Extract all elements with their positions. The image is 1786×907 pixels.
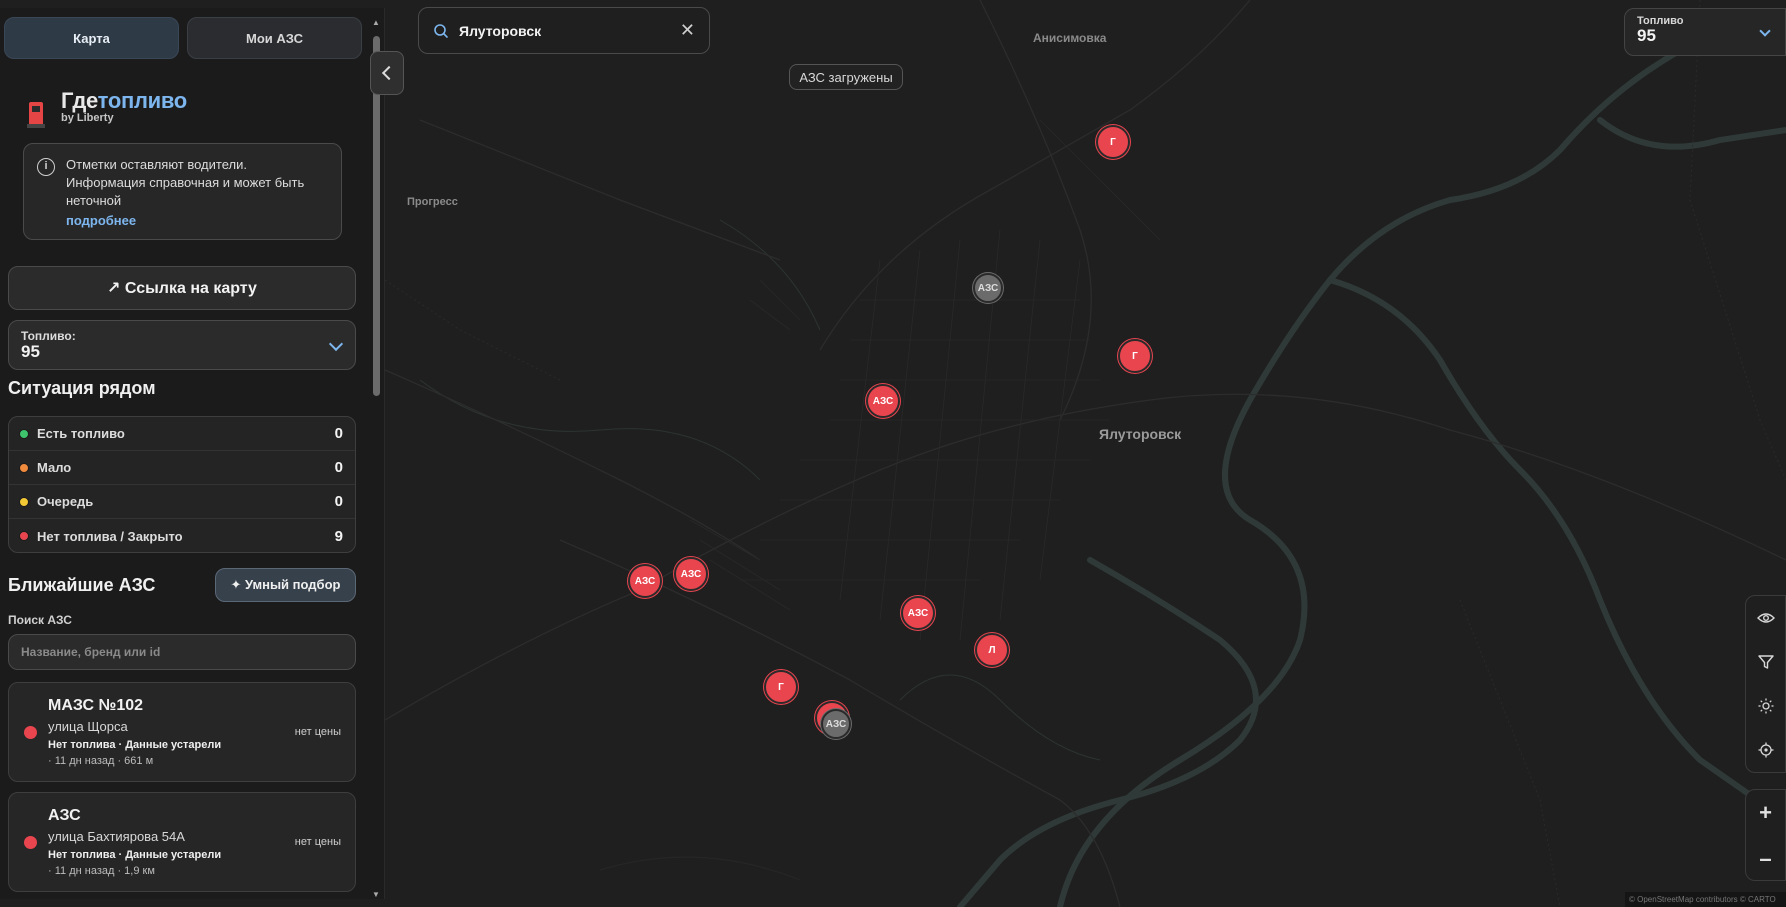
station-marker[interactable]: АЗС xyxy=(628,564,662,598)
tab-bar: Карта Мои АЗС xyxy=(4,17,362,59)
station-status: Нет топлива · Данные устарели xyxy=(48,739,222,751)
filter-icon[interactable] xyxy=(1746,640,1785,684)
eye-icon[interactable] xyxy=(1746,596,1785,640)
info-text: Отметки оставляют водители. Информация с… xyxy=(66,157,305,208)
brand: Гдетопливо by Liberty xyxy=(27,88,187,130)
station-address: улица Щорса xyxy=(48,719,128,734)
status-count: 0 xyxy=(334,425,343,442)
zoom-controls: + – xyxy=(1745,789,1786,881)
zoom-out-button[interactable]: – xyxy=(1746,836,1785,882)
fuel-pump-icon xyxy=(27,100,49,130)
clear-icon[interactable]: ✕ xyxy=(680,20,695,41)
fuel-label: Топливо: xyxy=(21,329,76,343)
station-marker[interactable]: АЗС xyxy=(973,273,1003,303)
sidebar-panel: Карта Мои АЗС Гдетопливо by Liberty i От… xyxy=(0,8,385,899)
station-card[interactable]: МАЗС №102 улица Щорса Нет топлива · Данн… xyxy=(8,682,356,782)
share-map-link-button[interactable]: ↗ Ссылка на карту xyxy=(8,266,356,310)
sun-icon[interactable] xyxy=(1746,684,1785,728)
status-label: Нет топлива / Закрыто xyxy=(37,528,183,544)
status-toast: АЗС загружены xyxy=(789,64,903,90)
status-label: Мало xyxy=(37,460,72,475)
fuel-value: 95 xyxy=(21,342,40,361)
station-marker[interactable]: АЗС xyxy=(821,709,851,739)
sidebar-scrollbar[interactable]: ▲ ▼ xyxy=(370,18,382,899)
status-label: Есть топливо xyxy=(37,426,125,441)
fuel-selector[interactable]: Топливо: 95 xyxy=(8,320,356,370)
status-dot xyxy=(24,726,37,739)
zoom-in-button[interactable]: + xyxy=(1746,790,1785,836)
info-notice: i Отметки оставляют водители. Информация… xyxy=(23,143,342,240)
map-search-bar[interactable]: Ялуторовск ✕ xyxy=(418,7,710,54)
map-label-city: Ялуторовск xyxy=(1099,426,1182,442)
station-card[interactable]: АЗС улица Бахтиярова 54А Нет топлива · Д… xyxy=(8,792,356,892)
locate-icon[interactable] xyxy=(1746,728,1785,772)
status-dot xyxy=(19,462,29,473)
map-tools xyxy=(1745,595,1786,773)
station-marker[interactable]: Г xyxy=(764,670,798,704)
station-marker[interactable]: АЗС xyxy=(866,384,900,418)
station-search-input[interactable] xyxy=(8,634,356,670)
map-fuel-value: 95 xyxy=(1637,26,1656,45)
station-search-label: Поиск АЗС xyxy=(8,613,72,627)
station-price: нет цены xyxy=(294,726,341,738)
nearest-title: Ближайшие АЗС xyxy=(8,575,156,595)
smart-pick-button[interactable]: ✦ Умный подбор xyxy=(215,568,356,602)
station-price: нет цены xyxy=(294,836,341,848)
situation-list: Есть топливо 0 Мало 0 Очередь 0 Нет топл… xyxy=(8,416,356,553)
station-marker[interactable]: Г xyxy=(1118,339,1152,373)
station-status: Нет топлива · Данные устарели xyxy=(48,849,222,861)
status-count: 9 xyxy=(334,527,343,545)
scroll-down-icon[interactable]: ▼ xyxy=(372,890,380,899)
status-row-no-fuel[interactable]: Нет топлива / Закрыто 9 xyxy=(9,519,355,553)
status-dot xyxy=(19,496,29,507)
status-row-queue[interactable]: Очередь 0 xyxy=(9,485,355,519)
status-dot xyxy=(19,531,29,541)
situation-title: Ситуация рядом xyxy=(8,378,156,398)
scroll-up-icon[interactable]: ▲ xyxy=(372,18,380,27)
map-search-query[interactable]: Ялуторовск xyxy=(459,23,541,39)
station-marker[interactable]: АЗС xyxy=(674,557,708,591)
status-count: 0 xyxy=(334,493,343,510)
status-dot xyxy=(24,836,37,849)
status-label: Очередь xyxy=(37,494,94,509)
tab-my-stations[interactable]: Мои АЗС xyxy=(187,17,362,59)
more-link[interactable]: подробнее xyxy=(66,212,329,230)
status-row-low[interactable]: Мало 0 xyxy=(9,451,355,485)
station-marker[interactable]: Г xyxy=(1096,125,1130,159)
station-meta: · 11 дн назад · 1,9 км xyxy=(48,865,155,877)
station-marker[interactable]: Л xyxy=(975,633,1009,667)
map-label-progress: Прогресс xyxy=(407,196,458,208)
brand-title: Гдетопливо xyxy=(61,88,187,113)
station-name: АЗС xyxy=(48,807,81,824)
info-icon: i xyxy=(37,158,55,176)
map-attribution[interactable]: © OpenStreetMap contributors © CARTO xyxy=(1625,892,1786,907)
collapse-panel-button[interactable] xyxy=(370,51,404,95)
status-count: 0 xyxy=(334,459,343,476)
station-marker[interactable]: АЗС xyxy=(901,596,935,630)
station-meta: · 11 дн назад · 661 м xyxy=(48,755,154,767)
tab-map[interactable]: Карта xyxy=(4,17,179,59)
status-dot xyxy=(19,428,29,439)
station-address: улица Бахтиярова 54А xyxy=(48,829,185,844)
search-icon xyxy=(434,23,448,38)
status-row-has-fuel[interactable]: Есть топливо 0 xyxy=(9,417,355,451)
station-name: МАЗС №102 xyxy=(48,697,144,714)
map-fuel-selector[interactable]: Топливо 95 xyxy=(1624,8,1786,56)
map-label-anisimovka: Анисимовка xyxy=(1033,31,1107,45)
